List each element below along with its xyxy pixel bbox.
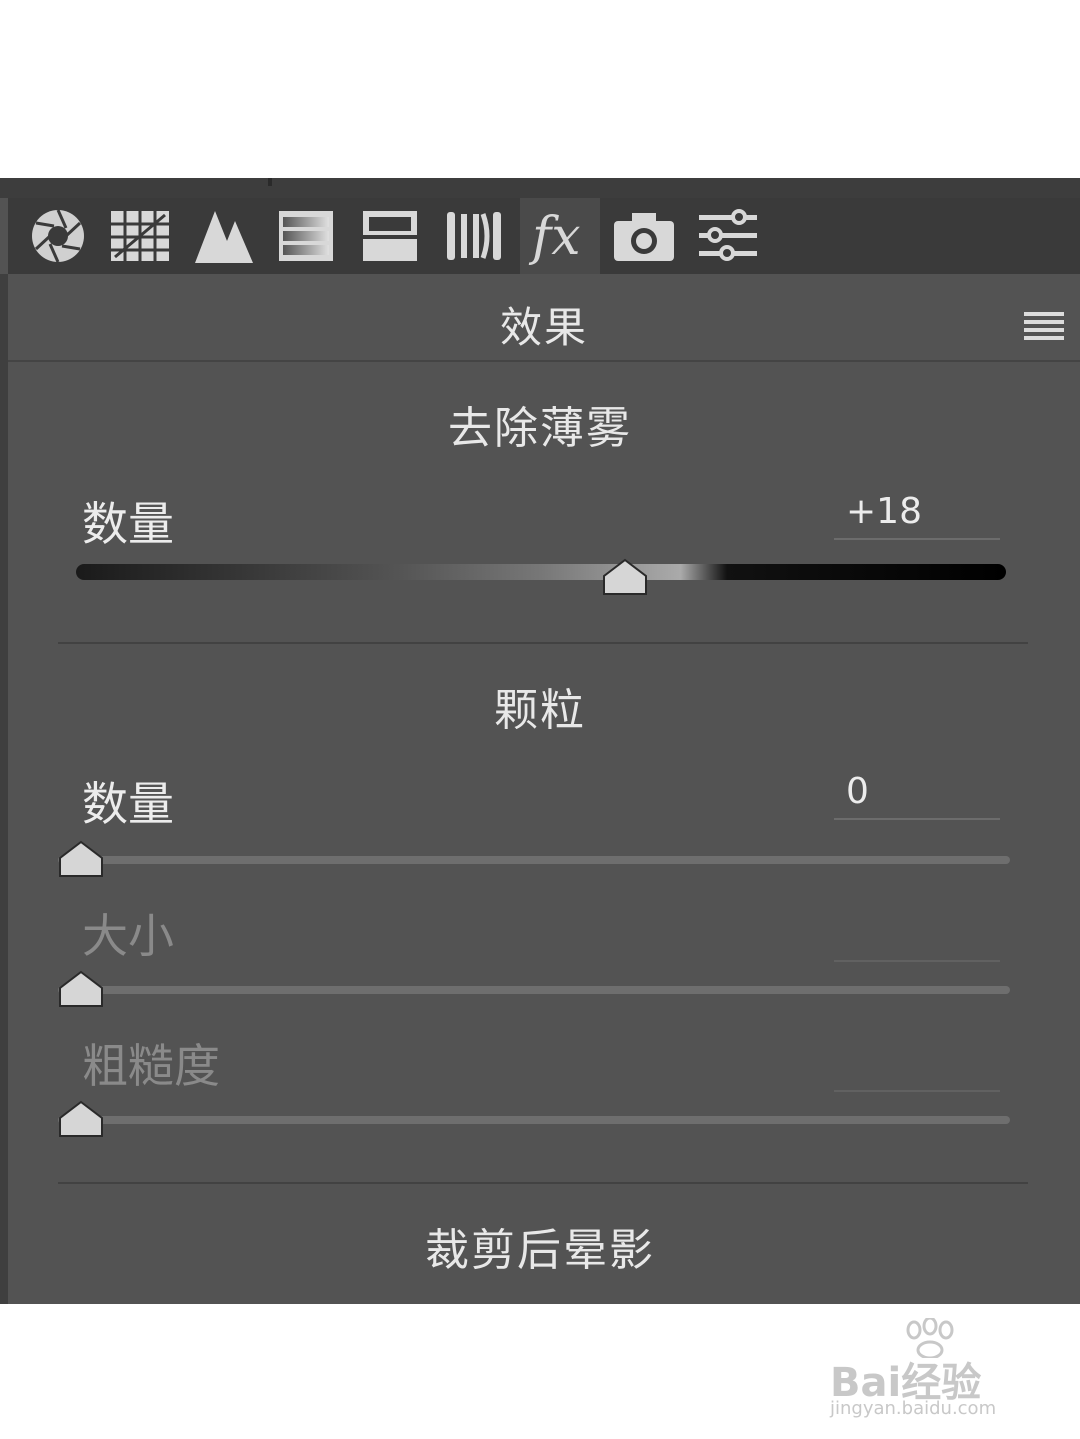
effects-panel: fx 效果 去除薄雾 数量 +18 颗粒 数量 0 大小 粗糙度 裁剪后晕影 xyxy=(0,178,1080,1304)
tone-curve-grid-icon xyxy=(111,211,169,261)
section-divider xyxy=(58,1182,1028,1184)
grain-size-label: 大小 xyxy=(82,909,174,963)
tab-tone-curve[interactable] xyxy=(100,198,180,274)
tab-effects[interactable]: fx xyxy=(520,198,600,274)
panel-title: 效果 xyxy=(499,303,588,352)
tab-lens-corrections[interactable] xyxy=(434,198,514,274)
tab-detail[interactable] xyxy=(184,198,264,274)
tab-split-toning[interactable] xyxy=(350,198,430,274)
tab-presets[interactable] xyxy=(688,198,768,274)
hamburger-menu-icon[interactable] xyxy=(1024,310,1064,340)
camera-calibration-icon xyxy=(614,213,674,261)
grain-amount-slider-thumb[interactable] xyxy=(58,840,104,878)
dehaze-amount-field[interactable]: +18 xyxy=(834,490,1000,540)
tab-basic[interactable] xyxy=(18,198,98,274)
grain-size-slider[interactable] xyxy=(58,986,1010,994)
watermark-url: jingyan.baidu.com xyxy=(830,1398,997,1419)
panel-header: 效果 xyxy=(8,274,1080,362)
grain-size-field xyxy=(834,912,1000,962)
svg-text:fx: fx xyxy=(528,207,581,266)
grain-roughness-slider-thumb[interactable] xyxy=(58,1100,104,1138)
grain-amount-label: 数量 xyxy=(82,777,174,831)
hsl-gradient-icon xyxy=(279,211,333,261)
baidu-jingyan-watermark: Bai经验 jingyan.baidu.com xyxy=(830,1318,1030,1419)
grain-section-title: 颗粒 xyxy=(494,685,586,736)
grain-roughness-slider[interactable] xyxy=(58,1116,1010,1124)
section-divider xyxy=(58,642,1028,644)
dehaze-amount-label: 数量 xyxy=(82,497,174,551)
tab-hsl[interactable] xyxy=(266,198,346,274)
panel-top-strip xyxy=(0,178,1080,198)
detail-mountain-icon xyxy=(195,211,253,263)
fx-effects-icon: fx xyxy=(528,207,581,266)
grain-roughness-field xyxy=(834,1042,1000,1092)
tab-camera-calibration[interactable] xyxy=(604,198,684,274)
dehaze-amount-slider[interactable] xyxy=(76,564,1006,580)
presets-sliders-icon xyxy=(699,209,757,261)
vignette-section-title[interactable]: 裁剪后晕影 xyxy=(0,1214,1080,1278)
split-toning-icon xyxy=(363,211,417,261)
grain-amount-slider[interactable] xyxy=(58,856,1010,864)
dehaze-section-title: 去除薄雾 xyxy=(448,403,632,454)
aperture-icon xyxy=(32,209,84,263)
dehaze-slider-thumb[interactable] xyxy=(602,558,648,596)
lens-correction-icon xyxy=(447,212,501,260)
grain-size-slider-thumb[interactable] xyxy=(58,970,104,1008)
grain-roughness-label: 粗糙度 xyxy=(82,1039,220,1093)
panel-tab-toolbar: fx xyxy=(8,198,1080,274)
grain-amount-field[interactable]: 0 xyxy=(834,770,1000,820)
